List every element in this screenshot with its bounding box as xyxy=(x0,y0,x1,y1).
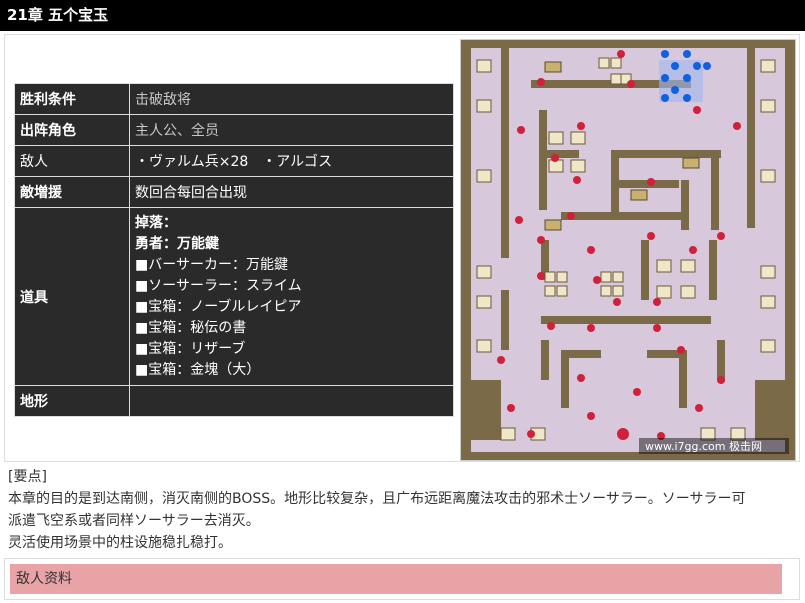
enemy-unit-marker xyxy=(567,212,575,220)
row-value xyxy=(129,385,454,417)
chapter-info-table: 胜利条件 击破敌将 出阵角色 主人公、全员 敌人 ・ヴァルム兵×28 ・アルゴス… xyxy=(14,83,454,417)
enemy-unit-marker xyxy=(587,412,595,420)
row-key: 地形 xyxy=(14,385,130,417)
map-boss-unit xyxy=(617,428,629,440)
enemy-unit-marker xyxy=(633,388,641,396)
table-row: 地形 xyxy=(14,385,454,417)
enemy-unit-marker xyxy=(517,126,525,134)
table-row: 出阵角色 主人公、全员 xyxy=(14,114,454,146)
enemy-unit-marker xyxy=(497,356,505,364)
enemy-unit-marker xyxy=(515,216,523,224)
notes-heading: [要点] xyxy=(8,469,47,485)
table-row: 敵増援 数回合每回合出现 xyxy=(14,176,454,208)
player-unit-marker xyxy=(661,94,669,102)
player-unit-marker xyxy=(661,74,669,82)
list-item: ■宝箱：金塊（大） xyxy=(135,361,261,378)
list-item: ■バーサーカー：万能鍵 xyxy=(135,256,288,273)
enemy-unit-marker xyxy=(551,154,559,162)
enemy-unit-marker xyxy=(573,176,581,184)
enemy-unit-marker xyxy=(733,122,741,130)
enemy-unit-marker xyxy=(647,178,655,186)
player-unit-marker xyxy=(671,62,679,70)
enemy-unit-marker xyxy=(689,246,697,254)
list-item: 勇者：万能鍵 xyxy=(135,235,219,252)
enemy-unit-marker xyxy=(577,374,585,382)
enemy-unit-marker xyxy=(653,298,661,306)
row-key: 敵増援 xyxy=(14,176,130,208)
enemy-unit-marker xyxy=(577,122,585,130)
enemy-unit-marker xyxy=(587,324,595,332)
watermark: www.i7gg.com 极击网 xyxy=(645,439,762,453)
row-value: 主人公、全员 xyxy=(129,114,454,146)
enemy-unit-marker xyxy=(537,236,545,244)
page: 21章 五个宝玉 胜利条件 击破敌将 出阵角色 主人公、全员 敌人 ・ヴァルム兵… xyxy=(0,0,805,603)
enemy-unit-marker xyxy=(617,50,625,58)
player-unit-marker xyxy=(693,62,701,70)
list-item: ■ソーサーラー：スライム xyxy=(135,277,302,294)
enemy-unit-marker xyxy=(537,78,545,86)
enemy-unit-marker xyxy=(677,346,685,354)
row-value: 击破敌将 xyxy=(129,83,454,115)
map-floor xyxy=(471,48,785,452)
enemy-data-header: 敌人资料 xyxy=(10,564,782,594)
map-image: www.i7gg.com 极击网 xyxy=(460,39,796,461)
player-unit-marker xyxy=(703,62,711,70)
enemy-unit-marker xyxy=(647,232,655,240)
player-unit-marker xyxy=(683,94,691,102)
notes-line: 派遣飞空系或者同样ソーサラー去消灭。 xyxy=(8,513,260,529)
enemy-unit-marker xyxy=(547,322,555,330)
enemy-unit-marker xyxy=(593,276,601,284)
notes-line: 本章的目的是到达南侧，消灭南侧的BOSS。地形比较复杂，且广布远距离魔法攻击的邪… xyxy=(8,491,746,507)
table-row: 胜利条件 击破敌将 xyxy=(14,83,454,115)
enemy-unit-marker xyxy=(613,298,621,306)
row-key: 胜利条件 xyxy=(14,83,130,115)
list-item: 掉落： xyxy=(135,214,177,231)
enemy-unit-marker xyxy=(537,272,545,280)
enemy-unit-marker xyxy=(653,324,661,332)
enemy-unit-marker xyxy=(527,430,535,438)
enemy-unit-marker xyxy=(695,404,703,412)
items-list: 掉落： 勇者：万能鍵 ■バーサーカー：万能鍵 ■ソーサーラー：スライム ■宝箱：… xyxy=(129,207,454,386)
list-item: ■宝箱：ノーブルレイピア xyxy=(135,298,302,315)
row-key: 敌人 xyxy=(14,145,130,177)
notes-line: 灵活使用场景中的柱设施稳扎稳打。 xyxy=(8,535,232,551)
enemy-unit-marker xyxy=(717,376,725,384)
player-unit-marker xyxy=(683,74,691,82)
table-row: 敌人 ・ヴァルム兵×28 ・アルゴス xyxy=(14,145,454,177)
player-unit-marker xyxy=(661,50,669,58)
enemy-unit-marker xyxy=(627,80,635,88)
row-key: 出阵角色 xyxy=(14,114,130,146)
row-key: 道具 xyxy=(14,207,130,386)
list-item: ■宝箱：秘伝の書 xyxy=(135,319,247,336)
list-item: ■宝箱：リザーブ xyxy=(135,340,246,357)
enemy-unit-marker xyxy=(587,246,595,254)
enemy-unit-marker xyxy=(717,232,725,240)
player-unit-marker xyxy=(683,50,691,58)
enemy-unit-marker xyxy=(507,404,515,412)
chapter-title: 21章 五个宝玉 xyxy=(0,0,805,31)
row-value: 数回合每回合出现 xyxy=(129,176,454,208)
chapter-map: www.i7gg.com 极击网 xyxy=(461,40,795,460)
player-unit-marker xyxy=(671,86,679,94)
table-row: 道具 掉落： 勇者：万能鍵 ■バーサーカー：万能鍵 ■ソーサーラー：スライム ■… xyxy=(14,207,454,386)
enemy-unit-marker xyxy=(693,106,701,114)
row-value: ・ヴァルム兵×28 ・アルゴス xyxy=(129,145,454,177)
notes-section: [要点] 本章的目的是到达南侧，消灭南侧的BOSS。地形比较复杂，且广布远距离魔… xyxy=(8,466,798,554)
